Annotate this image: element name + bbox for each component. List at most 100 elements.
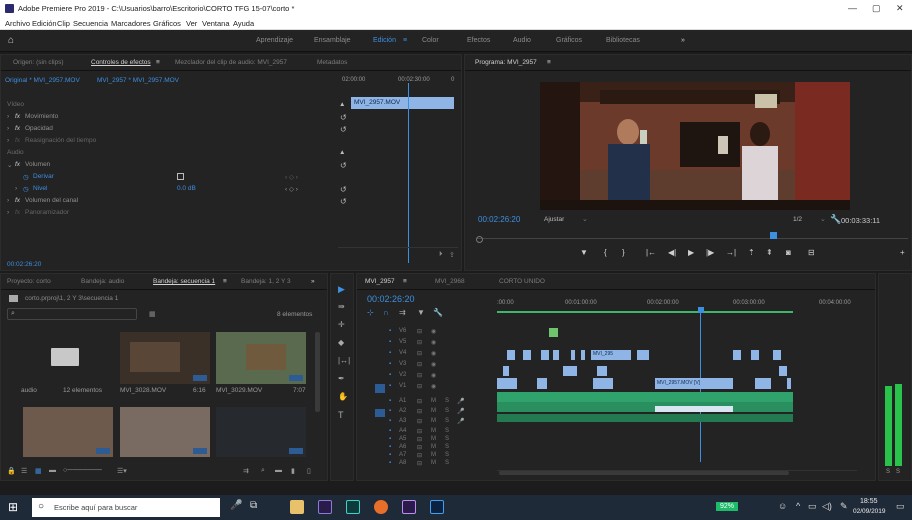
track-target-icon[interactable]: ▪ xyxy=(389,339,391,345)
fx-panner-row[interactable]: › fx Panoramizador xyxy=(1,207,321,218)
tab-source[interactable]: Origen: (sin clips) xyxy=(13,59,64,66)
go-to-out-icon[interactable]: →| xyxy=(726,248,736,257)
clock-date[interactable]: 02/09/2019 xyxy=(853,508,886,515)
file-explorer-icon[interactable] xyxy=(290,500,304,514)
track-header-v6[interactable]: ▪ V6 ⊟ ◉ xyxy=(361,328,491,339)
solo-icon[interactable]: S xyxy=(445,428,449,434)
people-icon[interactable]: ☺ xyxy=(778,501,787,511)
new-bin-footer-icon[interactable]: ▬ xyxy=(275,467,282,474)
track-select-tool-icon[interactable]: ⇛ xyxy=(338,302,345,311)
sync-lock-icon[interactable]: ⊟ xyxy=(417,436,422,443)
track-header-v4[interactable]: ▪ V4 ⊟ ◉ xyxy=(361,350,491,361)
ec-timecode[interactable]: 00:02:26:20 xyxy=(7,261,41,268)
track-target-icon[interactable]: ▪ xyxy=(389,428,391,434)
mute-icon[interactable]: M xyxy=(431,408,436,414)
workspace-color[interactable]: Color xyxy=(422,37,439,44)
program-video-frame[interactable] xyxy=(540,82,850,210)
solo-icon[interactable]: S xyxy=(445,452,449,458)
tab-bin-audio[interactable]: Bandeja: audio xyxy=(81,278,124,285)
track-target-icon[interactable]: ▪ xyxy=(389,350,391,356)
video-clip[interactable] xyxy=(581,350,585,360)
fx-bypass-row[interactable]: ◷ Derivar ‹ ◇ › xyxy=(1,171,321,182)
track-header-v5[interactable]: ▪ V5 ⊟ ◉ xyxy=(361,339,491,350)
program-scrubber[interactable] xyxy=(476,231,908,239)
wrench-icon[interactable]: 🔧 xyxy=(830,214,841,225)
tab-bin-123[interactable]: Bandeja: 1, 2 Y 3 xyxy=(241,278,291,285)
scrollbar-thumb[interactable] xyxy=(499,471,789,475)
project-scrollbar[interactable] xyxy=(315,332,320,412)
expand-icon[interactable]: › xyxy=(7,209,9,216)
sync-lock-icon[interactable]: ⊟ xyxy=(417,350,422,357)
workspace-menu-icon[interactable]: ≡ xyxy=(403,37,407,44)
audio-clip-a3[interactable] xyxy=(497,414,793,422)
track-header-a5[interactable]: ▪ A5 ⊟ M S xyxy=(361,436,491,444)
battery-indicator[interactable]: 92% xyxy=(716,502,739,511)
mute-icon[interactable]: M xyxy=(431,398,436,404)
video-clip[interactable] xyxy=(571,350,575,360)
comparison-view-icon[interactable]: ⊟ xyxy=(808,248,815,257)
track-target-icon[interactable]: ▪ xyxy=(389,372,391,378)
pen-tool-icon[interactable]: ✒ xyxy=(338,374,345,383)
volume-icon[interactable]: ◁) xyxy=(822,501,832,512)
video-clip[interactable] xyxy=(553,350,559,360)
voiceover-icon[interactable]: 🎤 xyxy=(457,408,464,415)
write-lock-icon[interactable]: 🔒 xyxy=(7,467,16,475)
close-button[interactable]: ✕ xyxy=(896,3,904,14)
eye-icon[interactable]: ◉ xyxy=(431,361,436,368)
track-target-icon[interactable]: ▪ xyxy=(389,444,391,450)
eye-icon[interactable]: ◉ xyxy=(431,372,436,379)
effect-controls-menu-icon[interactable]: ≡ xyxy=(156,59,160,66)
clear-icon[interactable]: ▯ xyxy=(307,467,311,475)
find-icon[interactable]: ⌕ xyxy=(261,467,265,475)
list-view-icon[interactable]: ☰ xyxy=(21,467,27,475)
maximize-button[interactable]: ▢ xyxy=(872,3,881,14)
video-clip[interactable] xyxy=(507,350,515,360)
sync-lock-icon[interactable]: ⊟ xyxy=(417,452,422,459)
menu-edicion[interactable]: Edición xyxy=(32,19,57,28)
tab-project[interactable]: Proyecto: corto xyxy=(7,278,51,285)
ec-playhead[interactable] xyxy=(408,83,409,263)
video-clip[interactable] xyxy=(637,350,649,360)
clip-sequence-label[interactable]: MVI_2957 * MVI_2957.MOV xyxy=(97,77,179,84)
mute-icon[interactable]: M xyxy=(431,428,436,434)
solo-icon[interactable]: S xyxy=(445,408,449,414)
collapse-icon[interactable]: ▲ xyxy=(339,149,345,156)
workspace-bibliotecas[interactable]: Bibliotecas xyxy=(606,37,640,44)
workspace-audio[interactable]: Audio xyxy=(513,37,531,44)
video-clip[interactable] xyxy=(593,378,613,389)
expand-icon[interactable]: › xyxy=(15,185,17,192)
solo-icon[interactable]: S xyxy=(445,418,449,424)
export-icon[interactable]: ⇪ xyxy=(449,251,455,259)
after-effects-icon[interactable] xyxy=(318,500,332,514)
tab-metadata[interactable]: Metadatos xyxy=(317,59,347,66)
chevron-down-icon[interactable]: ⌄ xyxy=(820,215,826,223)
video-clip[interactable] xyxy=(779,366,787,376)
network-icon[interactable]: ▭ xyxy=(808,501,817,512)
video-clip[interactable] xyxy=(537,378,547,389)
mute-icon[interactable]: M xyxy=(431,460,436,466)
filter-icon[interactable]: ⏵ xyxy=(439,251,443,259)
video-clip[interactable] xyxy=(773,350,781,360)
windows-start-icon[interactable]: ⊞ xyxy=(8,500,18,514)
eye-icon[interactable]: ◉ xyxy=(431,383,436,390)
fx-channel-volume-row[interactable]: › fx Volumen del canal ↺ xyxy=(1,195,347,206)
menu-ayuda[interactable]: Ayuda xyxy=(233,19,254,28)
sync-lock-icon[interactable]: ⊟ xyxy=(417,460,422,467)
sync-lock-icon[interactable]: ⊟ xyxy=(417,428,422,435)
video-clip[interactable] xyxy=(549,328,558,337)
selection-tool-icon[interactable]: ▶ xyxy=(338,284,345,295)
thumbnail-clip-4[interactable] xyxy=(23,407,113,457)
video-clip[interactable] xyxy=(755,378,771,389)
workspace-efectos[interactable]: Efectos xyxy=(467,37,490,44)
cortana-mic-icon[interactable]: 🎤 xyxy=(230,500,242,511)
mark-out-icon[interactable]: } xyxy=(622,248,625,257)
fx-opacity-row[interactable]: › fx Opacidad ↺ xyxy=(1,123,347,134)
program-monitor-title[interactable]: Programa: MVI_2957 xyxy=(475,59,537,66)
track-header-a1[interactable]: ▪ A1 ⊟ M S 🎤 xyxy=(361,398,491,408)
track-header-v3[interactable]: ▪ V3 ⊟ ◉ xyxy=(361,361,491,372)
eye-icon[interactable]: ◉ xyxy=(431,350,436,357)
pen-workspace-icon[interactable]: ✎ xyxy=(840,501,848,512)
mark-in-icon[interactable]: { xyxy=(604,248,607,257)
solo-icon[interactable]: S xyxy=(445,436,449,442)
video-clip[interactable] xyxy=(541,350,549,360)
